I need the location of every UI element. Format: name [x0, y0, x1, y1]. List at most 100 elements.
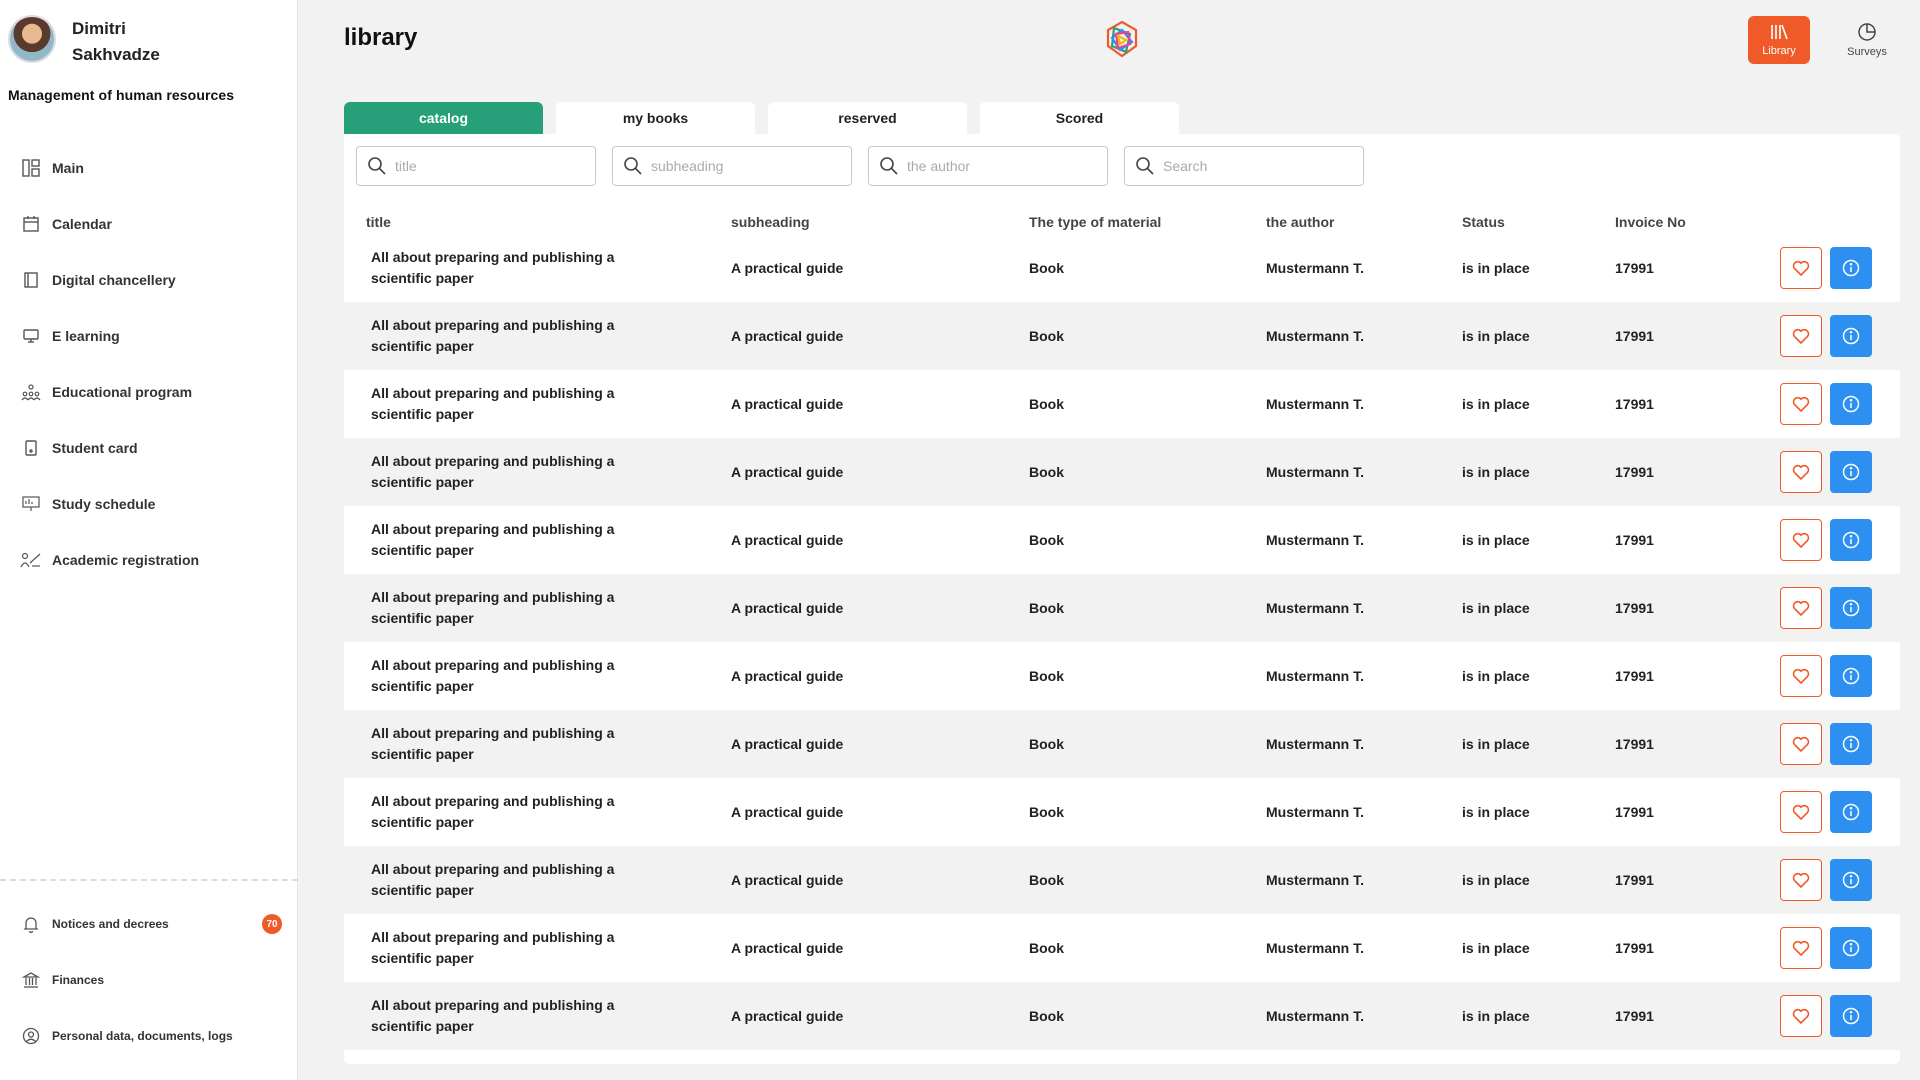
info-button[interactable]	[1830, 791, 1872, 833]
info-button[interactable]	[1830, 927, 1872, 969]
column-header-subheading[interactable]: subheading	[731, 214, 810, 230]
info-button[interactable]	[1830, 315, 1872, 357]
status-cell: is in place	[1462, 804, 1530, 820]
sidebar-item-study-schedule[interactable]: Study schedule	[0, 476, 298, 532]
table-row[interactable]: All about preparing and publishing a sci…	[344, 370, 1900, 438]
favorite-button[interactable]	[1780, 655, 1822, 697]
material-type-cell: Book	[1029, 600, 1064, 616]
column-header-author[interactable]: the author	[1266, 214, 1334, 230]
favorite-button[interactable]	[1780, 587, 1822, 629]
sidebar-nav: Main Calendar Digital chancellery E lear…	[0, 140, 298, 588]
sidebar-item-e-learning[interactable]: E learning	[0, 308, 298, 364]
info-button[interactable]	[1830, 723, 1872, 765]
subheading-cell: A practical guide	[731, 600, 844, 616]
author-filter-input[interactable]	[907, 158, 1097, 174]
subheading-filter-input[interactable]	[651, 158, 841, 174]
sidebar-item-label: E learning	[52, 328, 120, 344]
info-icon	[1842, 259, 1860, 277]
material-type-cell: Book	[1029, 804, 1064, 820]
table-row[interactable]: All about preparing and publishing a sci…	[344, 234, 1900, 302]
favorite-button[interactable]	[1780, 247, 1822, 289]
library-icon	[1771, 24, 1788, 40]
search-input[interactable]	[1163, 158, 1353, 174]
tab-catalog[interactable]: catalog	[344, 102, 543, 134]
sidebar-item-digital-chancellery[interactable]: Digital chancellery	[0, 252, 298, 308]
author-cell: Mustermann T.	[1266, 260, 1365, 276]
table-row[interactable]: All about preparing and publishing a sci…	[344, 846, 1900, 914]
table-row[interactable]: All about preparing and publishing a sci…	[344, 574, 1900, 642]
info-button[interactable]	[1830, 383, 1872, 425]
info-icon	[1842, 531, 1860, 549]
invoice-cell: 17991	[1615, 804, 1654, 820]
column-header-invoice[interactable]: Invoice No	[1615, 214, 1686, 230]
sidebar-item-student-card[interactable]: Student card	[0, 420, 298, 476]
avatar[interactable]	[8, 15, 56, 63]
title-cell: All about preparing and publishing a sci…	[371, 438, 641, 506]
table-row[interactable]: All about preparing and publishing a sci…	[344, 778, 1900, 846]
tabs: catalog my books reserved Scored	[344, 102, 1192, 134]
favorite-button[interactable]	[1780, 723, 1822, 765]
column-header-status[interactable]: Status	[1462, 214, 1505, 230]
book-title: All about preparing and publishing a sci…	[371, 929, 615, 966]
book-title: All about preparing and publishing a sci…	[371, 725, 615, 762]
favorite-button[interactable]	[1780, 315, 1822, 357]
tab-reserved[interactable]: reserved	[768, 102, 967, 134]
sidebar-item-educational-program[interactable]: Educational program	[0, 364, 298, 420]
library-button[interactable]: Library	[1748, 16, 1810, 64]
favorite-button[interactable]	[1780, 927, 1822, 969]
status-cell: is in place	[1462, 260, 1530, 276]
title-filter-input[interactable]	[395, 158, 585, 174]
table-row[interactable]: All about preparing and publishing a sci…	[344, 642, 1900, 710]
sidebar-item-notices[interactable]: Notices and decrees 70	[0, 896, 298, 952]
table-row[interactable]: All about preparing and publishing a sci…	[344, 710, 1900, 778]
logo[interactable]	[1100, 18, 1144, 62]
sidebar-item-finances[interactable]: Finances	[0, 952, 298, 1008]
profile[interactable]: Dimitri Sakhvadze	[8, 15, 182, 68]
sidebar-item-calendar[interactable]: Calendar	[0, 196, 298, 252]
favorite-button[interactable]	[1780, 519, 1822, 561]
table-row[interactable]: All about preparing and publishing a sci…	[344, 302, 1900, 370]
author-cell: Mustermann T.	[1266, 736, 1365, 752]
info-icon	[1842, 1007, 1860, 1025]
info-button[interactable]	[1830, 519, 1872, 561]
table-row[interactable]: All about preparing and publishing a sci…	[344, 506, 1900, 574]
table-row[interactable]: All about preparing and publishing a sci…	[344, 914, 1900, 982]
tab-my-books[interactable]: my books	[556, 102, 755, 134]
sidebar-item-main[interactable]: Main	[0, 140, 298, 196]
info-icon	[1842, 667, 1860, 685]
column-header-title[interactable]: title	[366, 214, 391, 230]
favorite-button[interactable]	[1780, 791, 1822, 833]
info-button[interactable]	[1830, 995, 1872, 1037]
favorite-button[interactable]	[1780, 383, 1822, 425]
invoice-cell: 17991	[1615, 328, 1654, 344]
column-header-type[interactable]: The type of material	[1029, 214, 1161, 230]
search-filter[interactable]	[1124, 146, 1364, 186]
status-cell: is in place	[1462, 464, 1530, 480]
table-row[interactable]: All about preparing and publishing a sci…	[344, 438, 1900, 506]
info-button[interactable]	[1830, 655, 1872, 697]
info-button[interactable]	[1830, 859, 1872, 901]
sidebar-item-label: Study schedule	[52, 496, 156, 512]
info-button[interactable]	[1830, 587, 1872, 629]
sidebar-item-personal-data[interactable]: Personal data, documents, logs	[0, 1008, 298, 1064]
invoice-cell: 17991	[1615, 260, 1654, 276]
info-button[interactable]	[1830, 451, 1872, 493]
surveys-button[interactable]: Surveys	[1836, 16, 1898, 64]
favorite-button[interactable]	[1780, 451, 1822, 493]
dashboard-icon	[20, 157, 42, 179]
bell-icon	[20, 913, 42, 935]
favorite-button[interactable]	[1780, 995, 1822, 1037]
table-row[interactable]: All about preparing and publishing a sci…	[344, 982, 1900, 1050]
tab-scored[interactable]: Scored	[980, 102, 1179, 134]
title-filter[interactable]	[356, 146, 596, 186]
info-button[interactable]	[1830, 247, 1872, 289]
author-filter[interactable]	[868, 146, 1108, 186]
favorite-button[interactable]	[1780, 859, 1822, 901]
status-cell: is in place	[1462, 532, 1530, 548]
sidebar-item-academic-registration[interactable]: Academic registration	[0, 532, 298, 588]
subheading-filter[interactable]	[612, 146, 852, 186]
pie-chart-icon	[1858, 23, 1876, 41]
status-cell: is in place	[1462, 668, 1530, 684]
title-cell: All about preparing and publishing a sci…	[371, 914, 641, 982]
app: Dimitri Sakhvadze Management of human re…	[0, 0, 1920, 1080]
